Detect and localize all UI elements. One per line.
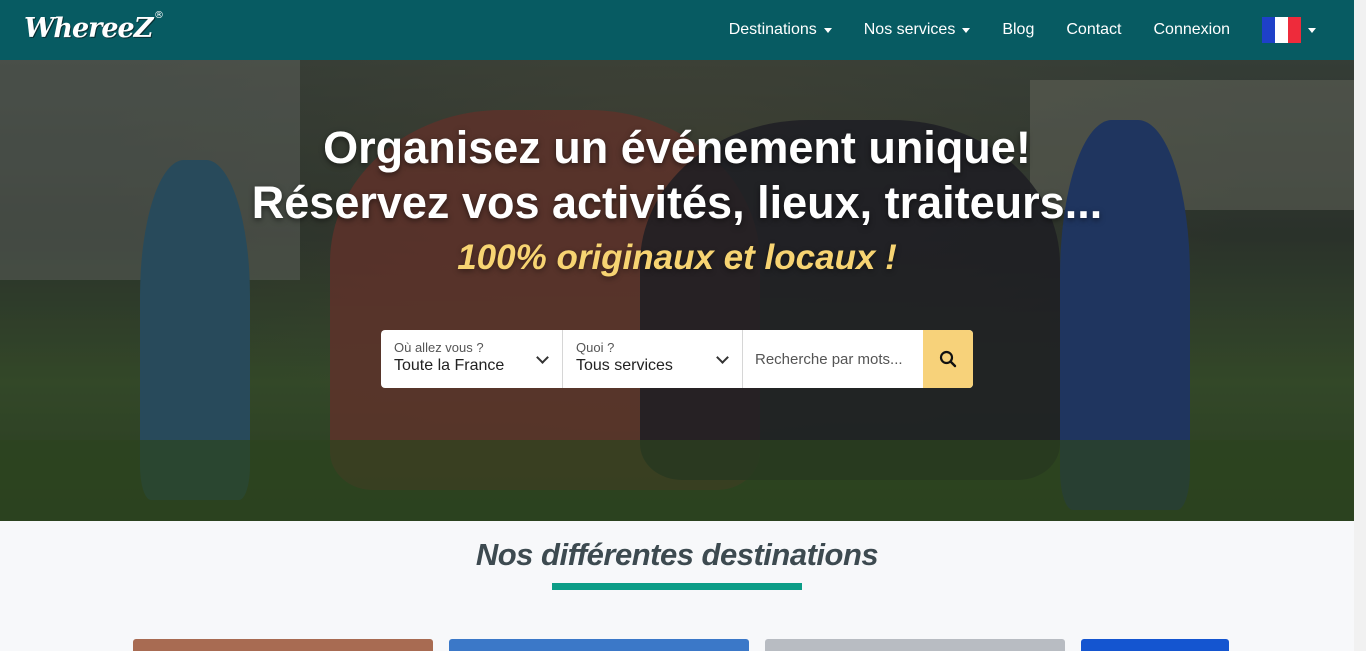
nav-contact-label: Contact [1066, 21, 1122, 38]
search-button[interactable] [923, 330, 973, 388]
search-icon [939, 350, 957, 368]
logo-wordmark: WhereeZ [24, 12, 153, 44]
nav-services[interactable]: Nos services [848, 21, 987, 39]
nav-connexion-label: Connexion [1153, 21, 1231, 38]
nav-services-label: Nos services [863, 21, 956, 38]
caret-down-icon [1308, 27, 1316, 33]
destination-select-value: Toute la France [394, 357, 505, 374]
destination-select[interactable]: Où allez vous ? Toute la France [381, 330, 563, 388]
section-title-underline [552, 583, 802, 590]
top-navbar: WhereeZ ® Destinations Nos services Blog… [0, 0, 1354, 60]
service-select-value: Tous services [576, 357, 673, 374]
page-scrollbar[interactable] [1354, 0, 1366, 651]
nav-blog[interactable]: Blog [986, 21, 1050, 39]
destinations-section-title: Nos différentes destinations [475, 537, 879, 572]
nav-contact[interactable]: Contact [1050, 21, 1137, 39]
hero-title-line2: Réservez vos activités, lieux, traiteurs… [251, 177, 1103, 228]
nav-destinations-label: Destinations [728, 21, 817, 38]
language-selector[interactable] [1246, 17, 1316, 43]
destination-card[interactable] [449, 639, 749, 651]
destination-card[interactable] [133, 639, 433, 651]
destination-select-label: Où allez vous ? [394, 340, 484, 355]
nav-destinations[interactable]: Destinations [713, 21, 848, 39]
nav-connexion[interactable]: Connexion [1138, 21, 1247, 39]
registered-mark: ® [154, 10, 164, 21]
service-select-label: Quoi ? [576, 340, 615, 355]
service-select[interactable]: Quoi ? Tous services [563, 330, 743, 388]
caret-down-icon [962, 27, 971, 33]
nav-blog-label: Blog [1002, 21, 1035, 38]
nav-links: Destinations Nos services Blog Contact C… [713, 0, 1316, 60]
hero-title-line1: Organisez un événement unique! [323, 122, 1031, 173]
hero-banner: Organisez un événement unique! Réservez … [0, 60, 1354, 521]
keyword-search-input[interactable] [743, 330, 923, 388]
whereez-logo[interactable]: WhereeZ ® [24, 4, 164, 52]
destination-card[interactable] [765, 639, 1065, 651]
search-bar: Où allez vous ? Toute la France Quoi ? T… [381, 330, 973, 388]
destination-card[interactable] [1081, 639, 1229, 651]
france-flag-icon [1262, 17, 1301, 43]
hero-subtitle: 100% originaux et locaux ! [457, 238, 897, 277]
caret-down-icon [823, 27, 832, 33]
